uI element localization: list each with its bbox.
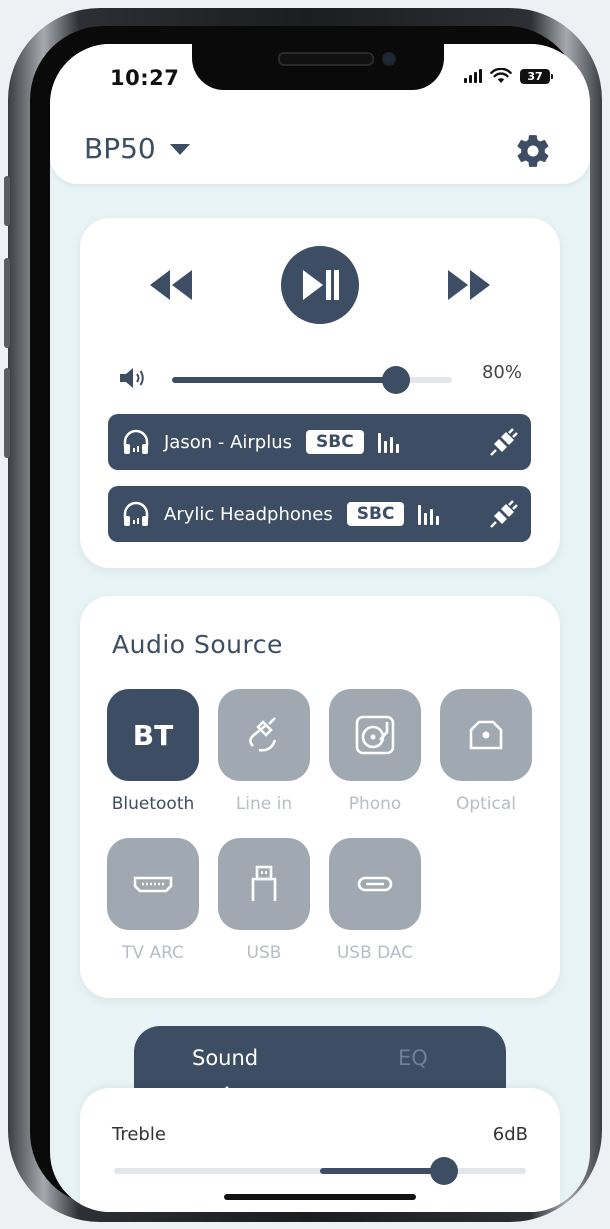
mute-switch <box>4 176 10 226</box>
codec-badge: SBC <box>306 430 364 454</box>
connected-device-row[interactable]: Arylic Headphones SBC <box>108 486 531 542</box>
disconnect-plug-icon[interactable] <box>489 499 519 529</box>
phone-notch <box>192 44 444 90</box>
device-selector[interactable]: BP50 <box>84 132 190 165</box>
tab-eq[interactable]: EQ <box>398 1046 428 1070</box>
volume-slider-fill <box>172 377 396 383</box>
hdmi-port-icon <box>133 876 173 893</box>
status-time: 10:27 <box>110 66 180 90</box>
source-usb-dac-button[interactable] <box>329 838 421 930</box>
source-label: USB DAC <box>336 943 414 963</box>
tab-sound[interactable]: Sound <box>192 1046 258 1070</box>
source-phono-button[interactable] <box>329 689 421 781</box>
turntable-icon <box>355 715 395 755</box>
headphones-icon <box>123 429 149 454</box>
optical-port-icon <box>469 720 503 750</box>
treble-value: 6dB <box>492 1124 528 1145</box>
usb-plug-icon <box>251 865 277 901</box>
treble-slider-thumb[interactable] <box>430 1157 458 1185</box>
source-usb-button[interactable] <box>218 838 310 930</box>
source-label: Optical <box>455 794 517 814</box>
device-name: BP50 <box>84 132 156 165</box>
volume-slider[interactable] <box>172 366 452 394</box>
volume-up-button <box>4 258 10 348</box>
fast-forward-icon[interactable] <box>446 268 492 302</box>
source-label: Line in <box>235 794 293 814</box>
signal-icon <box>464 69 482 83</box>
device-name-label: Jason - Airplus <box>164 431 293 453</box>
source-label: Bluetooth <box>111 794 195 814</box>
audio-level-icon <box>418 503 440 525</box>
play-pause-button[interactable] <box>281 246 359 324</box>
volume-down-button <box>4 368 10 458</box>
app-screen: BP50 10:27 37 80% Jason - Airplus SBC Ar… <box>50 44 590 1212</box>
source-label: USB <box>246 943 282 963</box>
aux-cable-icon <box>249 717 277 752</box>
usb-c-icon <box>357 876 393 892</box>
source-tv-arc-button[interactable] <box>107 838 199 930</box>
rewind-icon[interactable] <box>148 268 194 302</box>
treble-slider[interactable] <box>114 1157 526 1185</box>
home-indicator <box>224 1194 416 1200</box>
speaker-volume-icon <box>120 368 144 388</box>
codec-badge: SBC <box>346 502 405 526</box>
volume-percent: 80% <box>481 362 522 383</box>
connected-device-row[interactable]: Jason - Airplus SBC <box>108 414 531 470</box>
front-camera <box>384 54 394 64</box>
audio-source-card: Audio Source BT Bluetooth Line in Phono … <box>80 596 560 998</box>
player-card: 80% Jason - Airplus SBC Arylic Headphone… <box>80 218 560 568</box>
bt-text-icon: BT <box>132 718 174 752</box>
source-label: Phono <box>348 794 402 814</box>
volume-slider-thumb[interactable] <box>382 366 410 394</box>
wifi-icon <box>490 68 512 83</box>
audio-level-icon <box>377 431 399 453</box>
earpiece-speaker <box>278 52 374 66</box>
phone-frame: BP50 10:27 37 80% Jason - Airplus SBC Ar… <box>4 8 602 1222</box>
treble-slider-fill <box>320 1168 444 1174</box>
battery-icon: 37 <box>520 68 553 84</box>
gear-icon[interactable] <box>514 132 552 170</box>
caret-down-icon <box>169 144 190 155</box>
status-icons: 37 <box>464 68 553 84</box>
source-bluetooth-button[interactable]: BT <box>107 689 199 781</box>
source-line-in-button[interactable] <box>218 689 310 781</box>
audio-source-title: Audio Source <box>112 630 283 659</box>
device-name-label: Arylic Headphones <box>164 503 333 525</box>
headphones-icon <box>123 501 149 526</box>
source-label: TV ARC <box>122 943 184 963</box>
disconnect-plug-icon[interactable] <box>489 427 519 457</box>
treble-label: Treble <box>112 1124 166 1145</box>
source-optical-button[interactable] <box>440 689 532 781</box>
